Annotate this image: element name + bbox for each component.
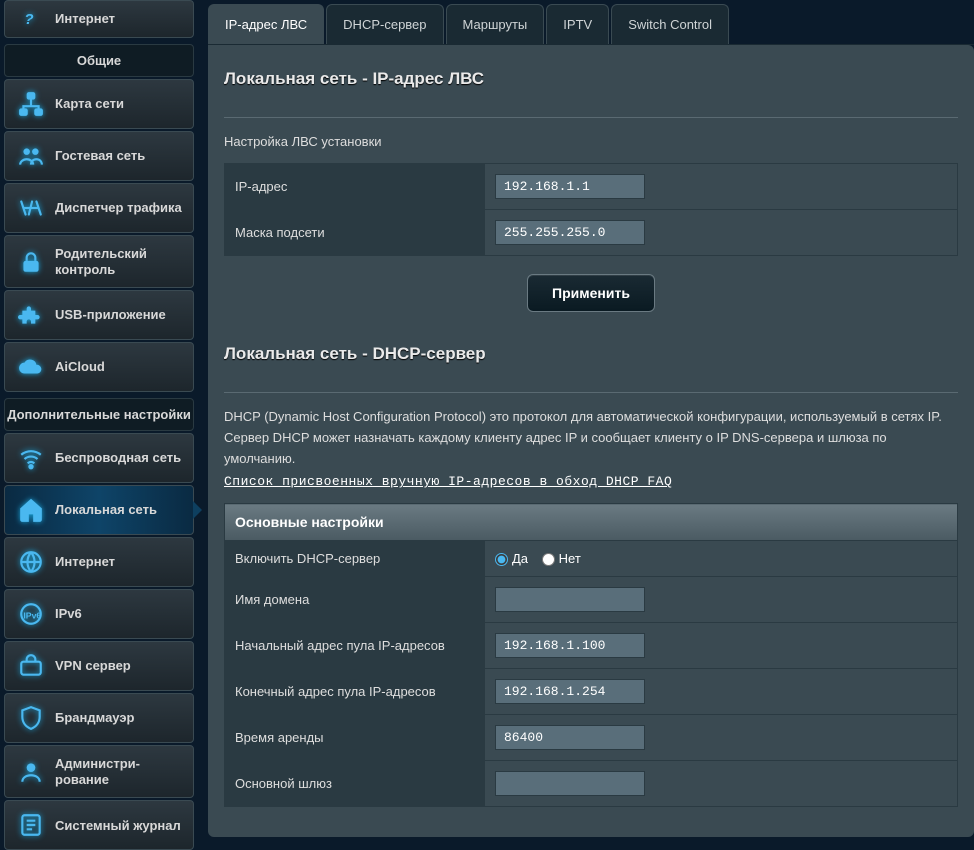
tab-lan-ip[interactable]: IP-адрес ЛВС	[208, 4, 324, 44]
panel: Локальная сеть - IP-адрес ЛВС Настройка …	[208, 45, 974, 837]
sidebar-item-internet-top[interactable]: ? Интернет	[4, 0, 194, 38]
sidebar-item-lan[interactable]: Локальная сеть	[4, 485, 194, 535]
row-label: Имя домена	[225, 577, 485, 623]
sidebar-item-aicloud[interactable]: AiCloud	[4, 342, 194, 392]
divider	[224, 117, 958, 118]
svg-text:IPv6: IPv6	[23, 611, 41, 621]
row-label: Конечный адрес пула IP-адресов	[225, 669, 485, 715]
ip-address-input[interactable]	[495, 174, 645, 199]
sidebar-item-label: Интернет	[55, 11, 181, 27]
sidebar-item-wan[interactable]: Интернет	[4, 537, 194, 587]
sidebar-item-label: VPN сервер	[55, 658, 183, 674]
row-label: Маска подсети	[225, 210, 485, 256]
sidebar-item-label: Беспроводная сеть	[55, 450, 183, 466]
sidebar-item-administration[interactable]: Администри-рование	[4, 745, 194, 798]
traffic-icon	[17, 194, 45, 222]
svg-text:?: ?	[24, 11, 33, 28]
sidebar-item-label: Локальная сеть	[55, 502, 183, 518]
apply-button[interactable]: Применить	[527, 274, 655, 312]
shield-icon	[17, 704, 45, 732]
section-title-lan-ip: Локальная сеть - IP-адрес ЛВС	[224, 61, 958, 103]
sidebar-item-ipv6[interactable]: IPv6 IPv6	[4, 589, 194, 639]
ipv6-icon: IPv6	[17, 600, 45, 628]
tab-routes[interactable]: Маршруты	[446, 4, 545, 44]
tabs: IP-адрес ЛВС DHCP-сервер Маршруты IPTV S…	[208, 4, 974, 45]
tab-dhcp[interactable]: DHCP-сервер	[326, 4, 443, 44]
subnet-mask-input[interactable]	[495, 220, 645, 245]
sidebar-item-label: Администри-рование	[55, 756, 183, 787]
section-subtitle: Настройка ЛВС установки	[224, 132, 958, 163]
table-header: Основные настройки	[225, 504, 958, 541]
radio-no-label[interactable]: Нет	[542, 551, 581, 566]
sidebar-item-usb-app[interactable]: USB-приложение	[4, 290, 194, 340]
row-label: IP-адрес	[225, 164, 485, 210]
row-label: Включить DHCP-сервер	[225, 541, 485, 577]
divider	[224, 392, 958, 393]
gateway-input[interactable]	[495, 771, 645, 796]
lock-icon	[17, 248, 45, 276]
network-map-icon	[17, 90, 45, 118]
radio-no[interactable]	[542, 553, 555, 566]
sidebar-item-label: Диспетчер трафика	[55, 200, 183, 216]
tab-iptv[interactable]: IPTV	[546, 4, 609, 44]
tab-switch-control[interactable]: Switch Control	[611, 4, 729, 44]
sidebar-item-label: AiCloud	[55, 359, 183, 375]
main-content: IP-адрес ЛВС DHCP-сервер Маршруты IPTV S…	[198, 0, 974, 830]
sidebar-item-system-log[interactable]: Системный журнал	[4, 800, 194, 850]
puzzle-icon	[17, 301, 45, 329]
sidebar-item-firewall[interactable]: Брандмауэр	[4, 693, 194, 743]
sidebar-item-label: Родительский контроль	[55, 246, 183, 277]
admin-icon	[17, 758, 45, 786]
sidebar-item-vpn[interactable]: VPN сервер	[4, 641, 194, 691]
lease-time-input[interactable]	[495, 725, 645, 750]
vpn-icon	[17, 652, 45, 680]
radio-yes-label[interactable]: Да	[495, 551, 528, 566]
sidebar: ? Интернет Общие Карта сети Гостевая сет…	[0, 0, 198, 830]
home-icon	[17, 496, 45, 524]
row-label: Основной шлюз	[225, 761, 485, 807]
form-table-dhcp: Основные настройки Включить DHCP-сервер …	[224, 503, 958, 807]
sidebar-item-parental-control[interactable]: Родительский контроль	[4, 235, 194, 288]
section-title-dhcp: Локальная сеть - DHCP-сервер	[224, 336, 958, 378]
sidebar-item-traffic-manager[interactable]: Диспетчер трафика	[4, 183, 194, 233]
users-icon	[17, 142, 45, 170]
sidebar-item-label: Интернет	[55, 554, 183, 570]
sidebar-item-label: Брандмауэр	[55, 710, 183, 726]
globe-icon	[17, 548, 45, 576]
pool-start-input[interactable]	[495, 633, 645, 658]
sidebar-item-wireless[interactable]: Беспроводная сеть	[4, 433, 194, 483]
form-table-lan-ip: IP-адрес Маска подсети	[224, 163, 958, 256]
row-label: Время аренды	[225, 715, 485, 761]
sidebar-header-advanced: Дополнительные настройки	[4, 398, 194, 431]
faq-link[interactable]: Список присвоенных вручную IP-адресов в …	[224, 474, 672, 489]
cloud-icon	[17, 353, 45, 381]
sidebar-item-label: Системный журнал	[55, 818, 183, 834]
sidebar-item-label: Карта сети	[55, 96, 183, 112]
question-icon: ?	[17, 5, 45, 33]
sidebar-item-network-map[interactable]: Карта сети	[4, 79, 194, 129]
pool-end-input[interactable]	[495, 679, 645, 704]
row-label: Начальный адрес пула IP-адресов	[225, 623, 485, 669]
domain-name-input[interactable]	[495, 587, 645, 612]
sidebar-item-guest-network[interactable]: Гостевая сеть	[4, 131, 194, 181]
sidebar-item-label: IPv6	[55, 606, 183, 622]
dhcp-description: DHCP (Dynamic Host Configuration Protoco…	[224, 407, 958, 469]
sidebar-item-label: USB-приложение	[55, 307, 183, 323]
sidebar-item-label: Гостевая сеть	[55, 148, 183, 164]
wifi-icon	[17, 444, 45, 472]
sidebar-header-general: Общие	[4, 44, 194, 77]
radio-yes[interactable]	[495, 553, 508, 566]
log-icon	[17, 811, 45, 839]
